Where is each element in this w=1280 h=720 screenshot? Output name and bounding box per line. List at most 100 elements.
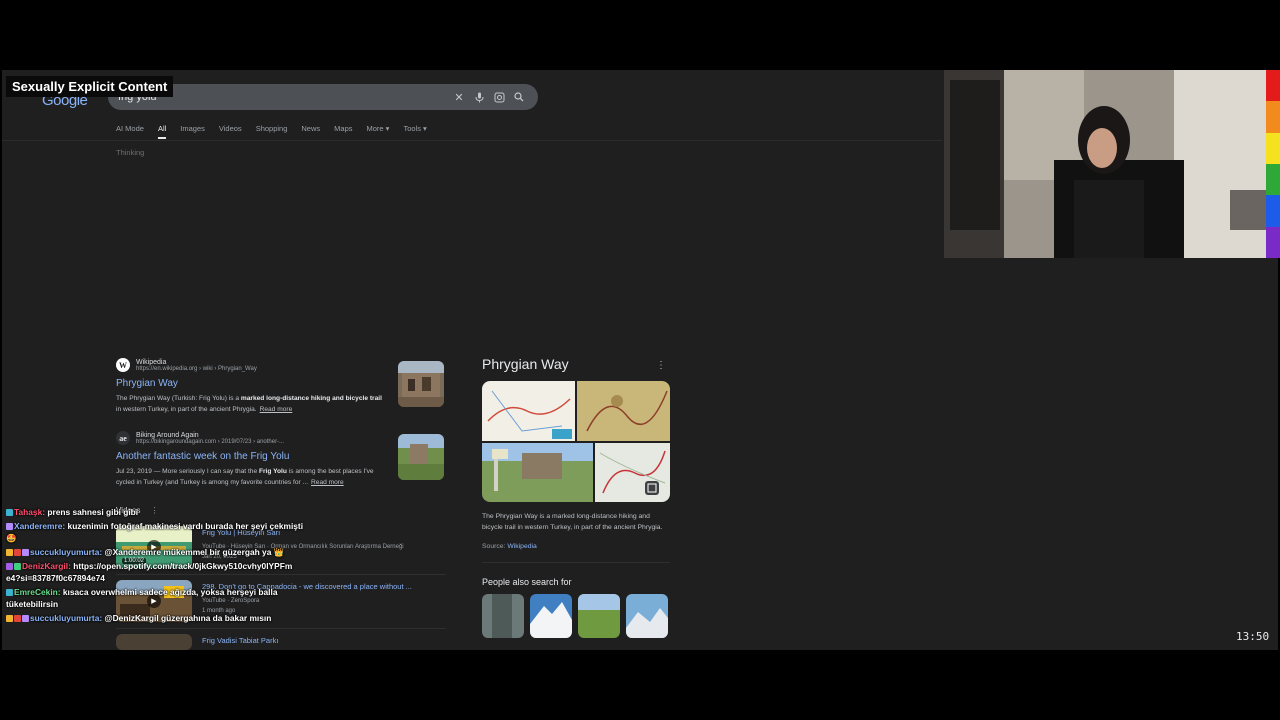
result-url: https://bikingaroundagain.com › 2019/07/…	[136, 438, 285, 445]
chat-badge-icon	[14, 549, 21, 556]
rainbow-band	[1266, 101, 1280, 133]
source-link[interactable]: Wikipedia	[507, 543, 536, 550]
tab-more[interactable]: More ▾	[367, 124, 390, 139]
chat-badge-icon	[6, 523, 13, 530]
knowledge-panel-images[interactable]	[482, 381, 670, 502]
knowledge-panel-source: Source: Wikipedia	[482, 543, 670, 550]
chat-username: EmreCekin:	[14, 587, 61, 597]
chat-text: prens sahnesi gibi gibi	[47, 507, 139, 517]
chat-message: EmreCekin: kısaca overwhelmi sadece ağız…	[6, 586, 306, 610]
wikipedia-favicon-icon: W	[116, 358, 130, 372]
chat-username: Tahaşk:	[14, 507, 46, 517]
video-result[interactable]: Frig Vadisi Tabiat Parkı	[116, 634, 446, 650]
route-map-image[interactable]	[595, 443, 670, 502]
knowledge-panel-description: The Phrygian Way is a marked long-distan…	[482, 513, 663, 531]
chat-message: DenizKargil: https://open.spotify.com/tr…	[6, 560, 306, 584]
tab-news[interactable]: News	[301, 124, 320, 139]
tabs-divider	[2, 140, 942, 141]
chat-badge-icon	[6, 589, 13, 596]
people-also-search-item[interactable]	[578, 594, 620, 638]
result-site-name: Wikipedia	[136, 358, 167, 366]
snippet-text: Jul 23, 2019 — More seriously I can say …	[116, 468, 259, 475]
video-thumbnail[interactable]	[116, 634, 192, 650]
snippet-highlight: marked long-distance hiking and bicycle …	[240, 395, 382, 402]
search-icon[interactable]	[510, 88, 528, 106]
chat-badge-icon	[22, 615, 29, 622]
result-url: https://en.wikipedia.org › wiki › Phrygi…	[136, 365, 257, 372]
tab-shopping[interactable]: Shopping	[256, 124, 288, 139]
chat-message: Tahaşk: prens sahnesi gibi gibi	[6, 506, 306, 518]
video-title[interactable]: Frig Vadisi Tabiat Parkı	[202, 636, 278, 645]
tab-videos[interactable]: Videos	[219, 124, 242, 139]
rainbow-band	[1266, 163, 1280, 196]
chat-message: Xanderemre: kuzenimin fotoğraf makinesi …	[6, 520, 306, 544]
chat-badge-icon	[6, 509, 13, 516]
people-also-search-item[interactable]	[626, 594, 668, 638]
chat-badge-icon	[6, 615, 13, 622]
video-divider	[116, 628, 446, 629]
tab-all[interactable]: All	[157, 124, 167, 139]
snippet-highlight: Frig Yolu	[258, 468, 287, 475]
ai-overview-thinking: Thinking	[116, 148, 145, 157]
tab-images[interactable]: Images	[180, 124, 205, 139]
result-snippet: Jul 23, 2019 — More seriously I can say …	[116, 466, 386, 488]
search-tabs: AI Mode All Images Videos Shopping News …	[116, 124, 427, 139]
result-title-link[interactable]: Phrygian Way	[116, 378, 386, 389]
result-source[interactable]: ae Biking Around Again https://bikingaro…	[116, 431, 386, 445]
people-also-search-row	[482, 594, 670, 638]
result-thumbnail[interactable]	[398, 361, 444, 407]
chat-message: succukluyumurta: @DenizKargil güzergahın…	[6, 612, 306, 624]
knowledge-panel: Phrygian Way ⋮ The Phrygian Way is a mar…	[482, 356, 670, 638]
rainbow-band	[1266, 70, 1280, 102]
search-result: W Wikipedia https://en.wikipedia.org › w…	[116, 358, 386, 415]
chat-badge-icon	[6, 563, 13, 570]
rainbow-band	[1266, 226, 1280, 258]
rainbow-band	[1266, 195, 1280, 227]
tab-maps[interactable]: Maps	[334, 124, 352, 139]
stream-frame: Google ✕ AI Mode All Images Videos Shopp…	[0, 0, 1280, 720]
read-more-link[interactable]: Read more	[260, 406, 293, 413]
search-result: ae Biking Around Again https://bikingaro…	[116, 431, 386, 488]
result-thumbnail[interactable]	[398, 434, 444, 480]
result-snippet: The Phrygian Way (Turkish: Frig Yolu) is…	[116, 393, 386, 415]
webcam-feed	[944, 70, 1266, 258]
read-more-link[interactable]: Read more	[311, 479, 344, 486]
chat-text: @DenizKargil güzergahına da bakar mısın	[104, 613, 272, 623]
chat-username: succukluyumurta:	[30, 613, 103, 623]
tab-ai-mode[interactable]: AI Mode	[116, 124, 144, 139]
chat-username: Xanderemre:	[14, 521, 66, 531]
knowledge-panel-divider	[482, 562, 670, 563]
chat-badge-icon	[6, 549, 13, 556]
chat-username: succukluyumurta:	[30, 547, 103, 557]
biking-around-again-favicon-icon: ae	[116, 431, 130, 445]
tab-tools[interactable]: Tools ▾	[403, 124, 426, 139]
landscape-photo-image[interactable]	[482, 443, 593, 502]
result-source[interactable]: W Wikipedia https://en.wikipedia.org › w…	[116, 358, 386, 372]
snippet-text: The Phrygian Way (Turkish: Frig Yolu) is…	[116, 395, 241, 402]
chat-username: DenizKargil:	[22, 561, 71, 571]
trail-map-image[interactable]	[482, 381, 575, 441]
rainbow-band	[1266, 132, 1280, 164]
chat-message: succukluyumurta: @Xanderemre mükemmel bi…	[6, 546, 306, 558]
knowledge-panel-title: Phrygian Way	[482, 356, 569, 372]
snippet-text: in western Turkey, in part of the ancien…	[116, 406, 257, 413]
people-also-search-item[interactable]	[482, 594, 524, 638]
clear-icon[interactable]: ✕	[450, 88, 468, 106]
source-label: Source:	[482, 543, 506, 550]
people-also-search-item[interactable]	[530, 594, 572, 638]
more-options-icon[interactable]: ⋮	[656, 360, 666, 371]
lens-icon[interactable]	[490, 88, 508, 106]
chat-badge-icon	[14, 615, 21, 622]
result-site-name: Biking Around Again	[136, 431, 199, 439]
people-also-search-heading: People also search for	[482, 577, 572, 587]
chat-overlay: Tahaşk: prens sahnesi gibi gibi Xanderemr…	[6, 506, 306, 626]
rainbow-stripe	[1266, 70, 1280, 258]
stream-clock: 13:50	[1236, 630, 1270, 643]
chat-badge-icon	[14, 563, 21, 570]
content-warning-label: Sexually Explicit Content	[6, 76, 174, 97]
chat-badge-icon	[22, 549, 29, 556]
mic-icon[interactable]	[470, 88, 488, 106]
relief-map-image[interactable]	[577, 381, 670, 441]
chat-text: @Xanderemre mükemmel bir güzergah ya 👑	[104, 547, 285, 557]
result-title-link[interactable]: Another fantastic week on the Frig Yolu	[116, 451, 386, 462]
